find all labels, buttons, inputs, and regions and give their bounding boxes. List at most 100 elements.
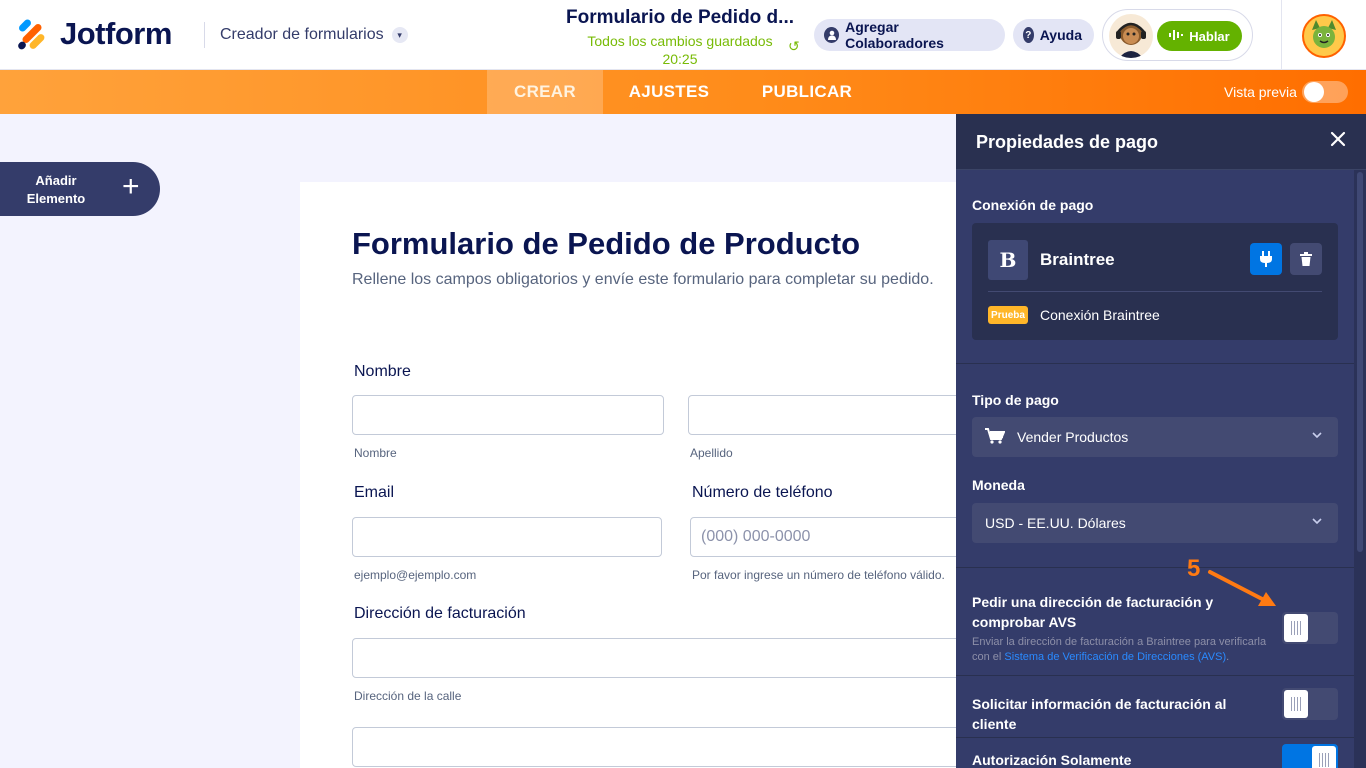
payment-connection-label: Conexión de pago bbox=[972, 197, 1094, 213]
phone-label: Número de teléfono bbox=[692, 484, 833, 501]
last-name-hint: Apellido bbox=[690, 446, 733, 460]
chevron-down-icon: ▾ bbox=[391, 27, 408, 43]
builder-dropdown[interactable]: Creador de formularios ▾ bbox=[220, 26, 408, 44]
talk-button[interactable]: Hablar bbox=[1157, 21, 1242, 51]
user-avatar[interactable] bbox=[1302, 14, 1346, 58]
toggle-knob bbox=[1312, 746, 1336, 768]
tab-publicar-label: PUBLICAR bbox=[761, 82, 853, 101]
gateway-name: Braintree bbox=[1040, 250, 1115, 269]
form-title-block: Formulario de Pedido d... Todos los camb… bbox=[556, 7, 804, 67]
phone-input[interactable]: (000) 000-0000 bbox=[690, 517, 1000, 557]
currency-select[interactable]: USD - EE.UU. Dólares bbox=[972, 503, 1338, 543]
scrollbar-thumb[interactable] bbox=[1357, 172, 1363, 552]
annotation-arrow-icon bbox=[1208, 570, 1276, 606]
tab-crear-label: CREAR bbox=[514, 82, 576, 101]
trash-icon bbox=[1300, 252, 1312, 266]
section-divider bbox=[956, 567, 1354, 568]
preview-toggle-knob bbox=[1304, 82, 1324, 102]
close-icon[interactable] bbox=[1330, 129, 1346, 151]
section-divider bbox=[956, 363, 1354, 364]
form-canvas bbox=[300, 182, 1000, 768]
add-element-label: Añadir Elemento bbox=[26, 173, 86, 206]
name-label: Nombre bbox=[354, 363, 411, 380]
billing-address-label: Dirección de facturación bbox=[354, 605, 526, 622]
add-collaborators-label: Agregar Colaboradores bbox=[845, 19, 944, 51]
jotform-logo[interactable]: Jotform bbox=[16, 16, 172, 52]
user-icon bbox=[824, 27, 840, 43]
avs-option-description: Enviar la dirección de facturación a Bra… bbox=[972, 636, 1267, 663]
currency-label: Moneda bbox=[972, 477, 1025, 493]
test-mode-badge: Prueba bbox=[988, 306, 1028, 324]
preview-label: Vista previa bbox=[1224, 84, 1297, 100]
help-icon: ? bbox=[1023, 27, 1034, 43]
payment-type-value: Vender Productos bbox=[1017, 429, 1129, 445]
panel-scrollbar[interactable] bbox=[1354, 170, 1366, 768]
tab-ajustes[interactable]: AJUSTES bbox=[616, 70, 722, 114]
header-divider bbox=[204, 22, 205, 48]
currency-value: USD - EE.UU. Dólares bbox=[985, 515, 1126, 531]
payment-connection-card: B Braintree Prueba Conexión Braintree bbox=[972, 223, 1338, 340]
connection-divider bbox=[988, 291, 1322, 292]
top-header: Jotform Creador de formularios ▾ Formula… bbox=[0, 0, 1366, 70]
street-address-hint: Dirección de la calle bbox=[354, 689, 462, 703]
tab-publicar[interactable]: PUBLICAR bbox=[748, 70, 866, 114]
help-button[interactable]: ? Ayuda bbox=[1013, 19, 1094, 51]
panel-header: Propiedades de pago bbox=[956, 114, 1366, 170]
phone-hint: Por favor ingrese un número de teléfono … bbox=[692, 568, 945, 582]
auth-only-toggle[interactable] bbox=[1282, 744, 1338, 768]
first-name-input[interactable] bbox=[352, 395, 664, 435]
builder-navbar: CREAR AJUSTES PUBLICAR Vista previa bbox=[0, 70, 1366, 114]
help-label: Ayuda bbox=[1039, 27, 1082, 43]
toggle-knob bbox=[1284, 690, 1308, 718]
payment-type-label: Tipo de pago bbox=[972, 392, 1059, 408]
auth-only-option-title: Autorización Solamente bbox=[972, 752, 1132, 768]
email-input[interactable] bbox=[352, 517, 662, 557]
header-divider-right bbox=[1281, 0, 1282, 70]
payment-type-select[interactable]: Vender Productos bbox=[972, 417, 1338, 457]
preview-toggle[interactable] bbox=[1302, 81, 1348, 103]
payment-properties-panel: Propiedades de pago Conexión de pago B B… bbox=[956, 114, 1366, 768]
billing-info-option-title: Solicitar información de facturación al … bbox=[972, 696, 1227, 732]
brand-name: Jotform bbox=[60, 16, 172, 51]
last-name-input[interactable] bbox=[688, 395, 1000, 435]
add-collaborators-button[interactable]: Agregar Colaboradores bbox=[814, 19, 1005, 51]
billing-info-toggle[interactable] bbox=[1282, 688, 1338, 720]
avs-help-link[interactable]: Sistema de Verificación de Direcciones (… bbox=[1004, 651, 1226, 663]
chevron-down-icon bbox=[1312, 515, 1322, 527]
step-number-annotation: 5 bbox=[1187, 555, 1201, 582]
street-address-input[interactable] bbox=[352, 638, 1000, 678]
add-element-button[interactable]: Añadir Elemento + bbox=[0, 162, 160, 216]
form-heading[interactable]: Formulario de Pedido de Producto bbox=[352, 226, 860, 262]
connection-name: Conexión Braintree bbox=[1040, 307, 1160, 323]
email-label: Email bbox=[354, 484, 395, 501]
undo-icon[interactable]: ↺ bbox=[788, 38, 800, 55]
phone-placeholder: (000) 000-0000 bbox=[701, 528, 811, 545]
builder-label: Creador de formularios bbox=[220, 26, 384, 43]
first-name-hint: Nombre bbox=[354, 446, 397, 460]
avs-toggle[interactable] bbox=[1282, 612, 1338, 644]
talk-label: Hablar bbox=[1189, 28, 1230, 44]
plus-icon: + bbox=[122, 170, 140, 203]
panel-title: Propiedades de pago bbox=[976, 132, 1159, 152]
section-divider bbox=[956, 737, 1354, 738]
section-divider bbox=[956, 675, 1354, 676]
braintree-logo: B bbox=[988, 240, 1028, 280]
toggle-knob bbox=[1284, 614, 1308, 642]
talk-widget: Hablar bbox=[1102, 9, 1253, 61]
plug-icon bbox=[1260, 251, 1272, 267]
form-subheading[interactable]: Rellene los campos obligatorios y envíe … bbox=[352, 271, 934, 289]
street-address-line2-input[interactable] bbox=[352, 727, 1000, 767]
chevron-down-icon bbox=[1312, 429, 1322, 441]
saved-time: 20:25 bbox=[662, 51, 698, 67]
panel-body: Conexión de pago B Braintree Prueba Cone… bbox=[956, 170, 1354, 768]
saved-status: Todos los cambios guardados bbox=[587, 33, 773, 49]
agent-avatar bbox=[1109, 14, 1153, 58]
sound-wave-icon bbox=[1169, 29, 1184, 44]
email-hint: ejemplo@ejemplo.com bbox=[354, 568, 477, 582]
delete-connection-button[interactable] bbox=[1290, 243, 1322, 275]
jotform-logo-icon bbox=[16, 18, 48, 51]
form-title[interactable]: Formulario de Pedido d... bbox=[556, 7, 804, 29]
connect-plug-button[interactable] bbox=[1250, 243, 1282, 275]
cart-icon bbox=[985, 427, 1006, 447]
tab-crear[interactable]: CREAR bbox=[487, 70, 603, 114]
